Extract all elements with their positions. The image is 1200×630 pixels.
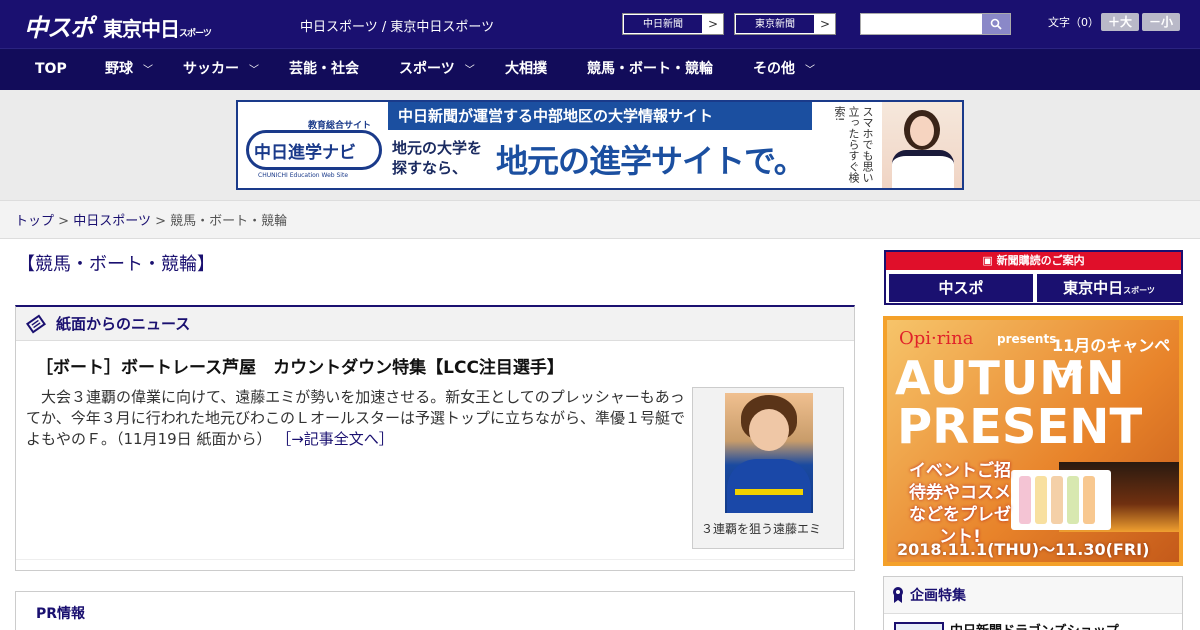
article-title[interactable]: ［ボート］ボートレース芦屋 カウントダウン特集【LCC注目選手】 bbox=[36, 353, 564, 378]
banner-headline: 地元の進学サイトで。 bbox=[496, 142, 806, 180]
logo-chuspo: 中スポ bbox=[24, 14, 94, 42]
subscription-box: ▣ 新聞購読のご案内 中スポ 東京中日スポーツ bbox=[884, 250, 1183, 305]
chevron-right-icon: > bbox=[707, 17, 719, 31]
chevron-down-icon: ﹀ bbox=[143, 65, 153, 76]
nav-item-baseball[interactable]: 野球 ﹀ bbox=[105, 49, 153, 90]
news-panel: 紙面からのニュース ［ボート］ボートレース芦屋 カウントダウン特集【LCC注目選… bbox=[15, 305, 855, 571]
banner-logo: 教育総合サイト 中日進学ナビ CHUNICHI Education Web Si… bbox=[238, 102, 388, 188]
newspaper-icon: ▣ bbox=[982, 254, 997, 267]
nav-item-other[interactable]: その他 ﹀ bbox=[753, 49, 815, 90]
photo-caption: ３連覇を狙う遠藤エミ bbox=[701, 522, 822, 536]
ad-products bbox=[1011, 470, 1111, 530]
banner-sub-text: 地元の大学を 探すなら、 bbox=[392, 139, 483, 177]
feature-thumbnail bbox=[894, 622, 944, 630]
breadcrumb-chunichi-sports[interactable]: 中日スポーツ bbox=[73, 214, 151, 229]
chevron-down-icon: ﹀ bbox=[464, 65, 475, 76]
nav-item-sports[interactable]: スポーツ ﹀ bbox=[399, 49, 475, 90]
search-icon bbox=[990, 18, 1002, 30]
panel-title: 紙面からのニュース bbox=[56, 315, 191, 333]
article-photo-box: ３連覇を狙う遠藤エミ bbox=[692, 387, 844, 549]
breadcrumb-current: 競馬・ボート・競輪 bbox=[170, 214, 288, 229]
panel-header: 紙面からのニュース bbox=[16, 307, 854, 341]
nav-item-racing[interactable]: 競馬・ボート・競輪 bbox=[587, 49, 713, 90]
nav-item-soccer[interactable]: サッカー ﹀ bbox=[183, 49, 259, 90]
search-button[interactable] bbox=[982, 14, 1010, 34]
font-size-label: 文字（0） bbox=[1048, 16, 1099, 29]
pr-title: PR情報 bbox=[36, 606, 86, 622]
ribbon-icon bbox=[893, 587, 903, 603]
nav-item-entertainment[interactable]: 芸能・社会 bbox=[289, 49, 359, 90]
logo-tokyo-chunichi: 東京中日スポーツ bbox=[103, 17, 212, 41]
read-more-link[interactable]: ［→記事全文へ］ bbox=[276, 430, 394, 448]
font-larger-button[interactable]: ＋大 bbox=[1101, 13, 1139, 31]
pr-section: PR情報 bbox=[15, 591, 855, 630]
banner-vertical-text: スマホでも思い立ったらすぐ検索! bbox=[833, 106, 874, 183]
newspaper-icon bbox=[26, 313, 46, 334]
ad-brand: Opi·rina bbox=[899, 328, 974, 349]
top-header: 中スポ 東京中日スポーツ 中日スポーツ / 東京中日スポーツ 中日新聞 > 東京… bbox=[0, 0, 1200, 48]
breadcrumb-top[interactable]: トップ bbox=[15, 214, 54, 229]
feature-section: 企画特集 中日新聞ドラゴンズショップ bbox=[883, 576, 1183, 630]
feature-item[interactable]: 中日新聞ドラゴンズショップ bbox=[884, 613, 1182, 630]
subscribe-tokyo-chunichi-button[interactable]: 東京中日スポーツ bbox=[1037, 274, 1181, 302]
chunichi-shimbun-link[interactable]: 中日新聞 > bbox=[622, 13, 724, 35]
site-title: 中日スポーツ / 東京中日スポーツ bbox=[300, 20, 495, 35]
font-smaller-button[interactable]: －小 bbox=[1142, 13, 1180, 31]
page-title: 【競馬・ボート・競輪】 bbox=[17, 254, 215, 275]
banner-strip-text: 中日新聞が運営する中部地区の大学情報サイト bbox=[388, 102, 812, 130]
subscribe-chuspo-button[interactable]: 中スポ bbox=[889, 274, 1033, 302]
site-logo[interactable]: 中スポ 東京中日スポーツ bbox=[24, 8, 212, 42]
article-photo[interactable] bbox=[725, 393, 813, 513]
chevron-down-icon: ﹀ bbox=[805, 65, 815, 76]
shingaku-navi-banner-ad[interactable]: 教育総合サイト 中日進学ナビ CHUNICHI Education Web Si… bbox=[236, 100, 964, 190]
search-input[interactable] bbox=[861, 14, 983, 34]
autumn-present-ad[interactable]: Opi·rina presents 11月のキャンペーン AUTUMN PRES… bbox=[883, 316, 1183, 566]
breadcrumb: トップ > 中日スポーツ > 競馬・ボート・競輪 bbox=[15, 214, 288, 229]
article-body: 大会３連覇の偉業に向けて、遠藤エミが勢いを加速させる。新女王としてのプレッシャー… bbox=[26, 388, 685, 448]
nav-item-top[interactable]: TOP bbox=[35, 49, 67, 90]
nav-item-sumo[interactable]: 大相撲 bbox=[505, 49, 547, 90]
chevron-right-icon: > bbox=[819, 17, 831, 31]
banner-model-image bbox=[882, 102, 962, 188]
main-nav: TOP 野球 ﹀ サッカー ﹀ 芸能・社会 スポーツ ﹀ 大相撲 競馬・ボート・競輪 … bbox=[0, 48, 1200, 90]
search-box bbox=[860, 13, 1011, 35]
subscription-header: ▣ 新聞購読のご案内 bbox=[886, 252, 1181, 270]
chevron-down-icon: ﹀ bbox=[249, 65, 259, 76]
feature-title: 企画特集 bbox=[910, 588, 966, 604]
tokyo-shimbun-link[interactable]: 東京新聞 > bbox=[734, 13, 836, 35]
